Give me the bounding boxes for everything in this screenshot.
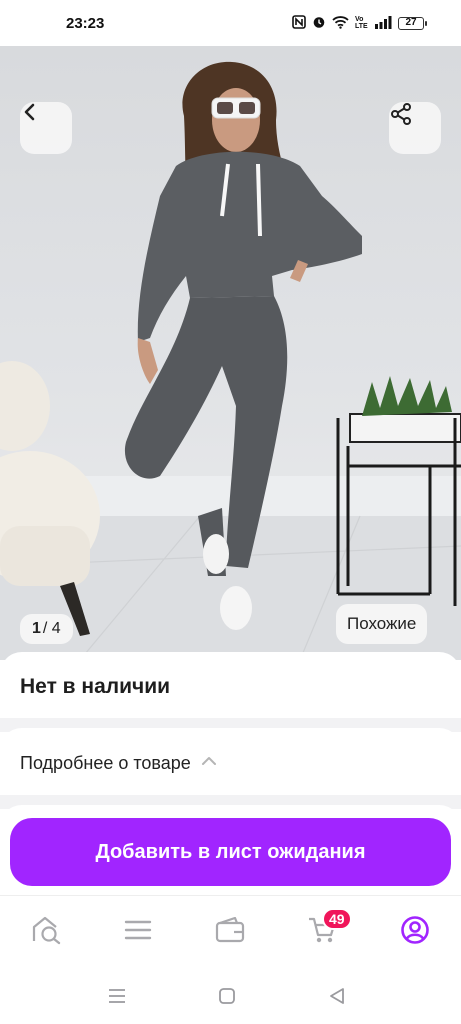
- photo-counter: 1 / 4: [20, 614, 73, 644]
- back-button[interactable]: [20, 102, 72, 154]
- cart-badge: 49: [322, 908, 352, 930]
- nfc-icon: [292, 15, 306, 31]
- volte-icon: Vo LTE: [355, 16, 368, 30]
- signal-icon: [374, 15, 392, 31]
- tab-home-search[interactable]: [25, 912, 69, 952]
- details-label: Подробнее о товаре: [20, 752, 191, 773]
- similar-button[interactable]: Похожие: [336, 604, 428, 644]
- photo-counter-current: 1: [32, 620, 41, 637]
- tab-catalog[interactable]: [116, 912, 160, 952]
- status-icons: Vo LTE 27: [292, 15, 427, 31]
- back-nav-button[interactable]: [325, 986, 349, 1010]
- stock-status-card: Нет в наличии: [0, 652, 461, 722]
- battery-level: 27: [398, 16, 424, 30]
- share-button[interactable]: [389, 102, 441, 154]
- home-icon: [218, 987, 236, 1010]
- wifi-icon: [332, 15, 349, 31]
- home-search-icon: [31, 915, 63, 950]
- tab-profile[interactable]: [393, 912, 437, 952]
- system-nav-bar: [0, 970, 461, 1024]
- bottom-tab-bar: [0, 895, 461, 970]
- stock-status: Нет в наличии: [20, 675, 171, 698]
- wallet-icon: [215, 916, 245, 948]
- chevron-up-icon: [201, 754, 217, 772]
- add-to-waitlist-button[interactable]: Добавить в лист ожидания: [10, 818, 451, 886]
- home-button[interactable]: [215, 986, 239, 1010]
- status-time: 23:23: [66, 14, 105, 32]
- back-icon: [328, 987, 346, 1010]
- battery-indicator: 27: [398, 16, 427, 30]
- menu-button[interactable]: [105, 986, 129, 1010]
- product-photo[interactable]: [0, 46, 461, 660]
- alarm-icon: [312, 15, 326, 31]
- battery-tip: [425, 20, 427, 26]
- tab-wallet[interactable]: [208, 912, 252, 952]
- profile-icon: [400, 915, 430, 950]
- catalog-icon: [124, 918, 152, 947]
- photo-counter-total: / 4: [42, 620, 61, 637]
- status-bar: 23:23 Vo LTE 27: [0, 0, 461, 46]
- product-details-toggle[interactable]: Подробнее о товаре: [0, 728, 461, 798]
- menu-icon: [108, 988, 126, 1009]
